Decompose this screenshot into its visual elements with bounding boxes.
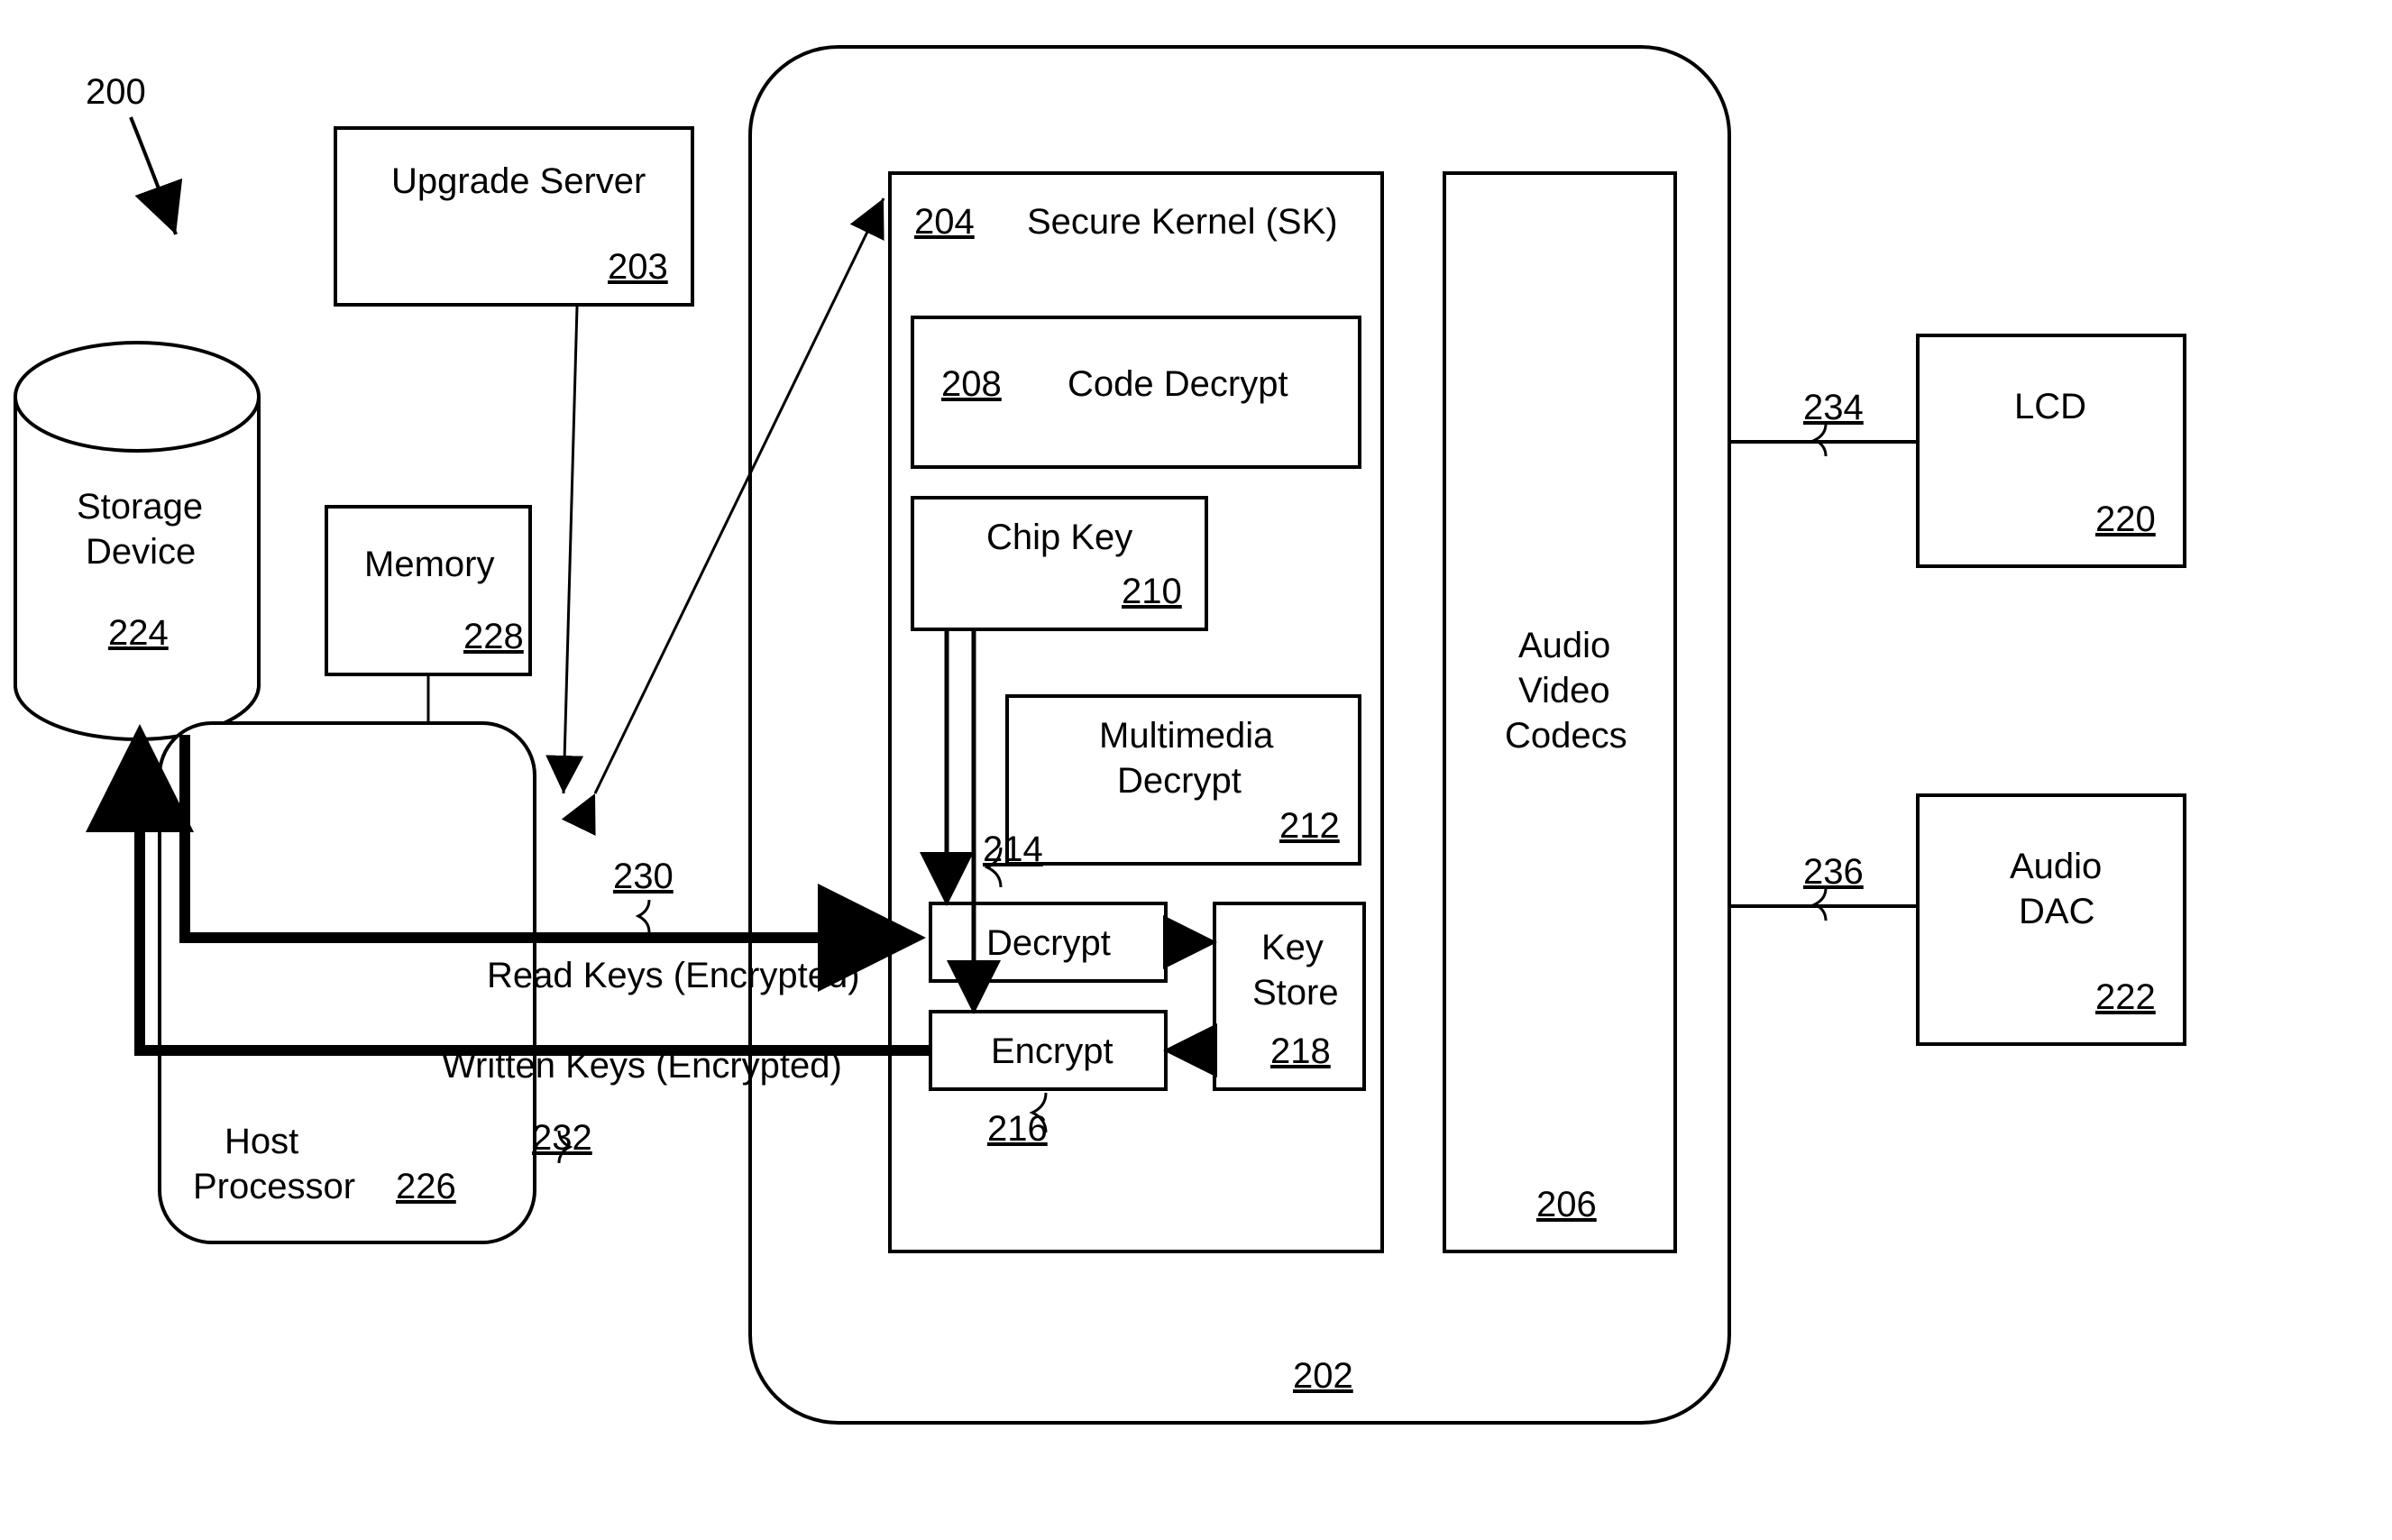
- av-codecs-ref: 206: [1536, 1185, 1597, 1225]
- storage-device-label-2: Device: [86, 532, 196, 573]
- audio-dac-label-1: Audio: [2010, 847, 2102, 887]
- multimedia-decrypt-label-2: Decrypt: [1117, 761, 1242, 802]
- upgrade-server-ref: 203: [608, 247, 668, 288]
- secure-kernel-label: Secure Kernel (SK): [1027, 202, 1338, 243]
- encrypt-box: Encrypt: [929, 1010, 1168, 1091]
- chip-key-label: Chip Key: [986, 518, 1132, 558]
- host-processor-box: Host Processor 226: [158, 721, 536, 1244]
- multimedia-decrypt-box: Multimedia Decrypt 212: [1005, 694, 1361, 866]
- host-processor-label-1: Host: [225, 1122, 298, 1162]
- av-codecs-label-1: Audio: [1518, 626, 1610, 666]
- av-codecs-label-3: Codecs: [1505, 716, 1627, 756]
- code-decrypt-label: Code Decrypt: [1068, 364, 1288, 405]
- key-store-label-1: Key: [1261, 928, 1324, 968]
- lcd-conn-ref: 234: [1803, 388, 1864, 428]
- secure-kernel-ref: 204: [914, 202, 975, 243]
- chip-key-ref: 210: [1122, 572, 1182, 612]
- lcd-label: LCD: [2014, 387, 2086, 427]
- upgrade-server-label: Upgrade Server: [391, 161, 646, 202]
- code-decrypt-ref: 208: [941, 364, 1002, 405]
- encrypt-label: Encrypt: [991, 1031, 1114, 1072]
- audio-dac-label-2: DAC: [2019, 892, 2094, 932]
- written-keys-ref: 232: [532, 1118, 592, 1159]
- decrypt-ref: 214: [983, 830, 1043, 870]
- host-processor-ref: 226: [396, 1167, 456, 1207]
- dac-conn-ref: 236: [1803, 852, 1864, 893]
- audio-dac-ref: 222: [2095, 977, 2156, 1018]
- lcd-box: LCD 220: [1916, 334, 2186, 568]
- soc-ref: 202: [1293, 1356, 1353, 1397]
- encrypt-ref: 216: [987, 1109, 1048, 1150]
- code-decrypt-box: 208 Code Decrypt: [911, 316, 1361, 469]
- storage-device-ref: 224: [108, 613, 169, 654]
- key-store-label-2: Store: [1252, 973, 1339, 1013]
- audio-dac-box: Audio DAC 222: [1916, 793, 2186, 1046]
- memory-box: Memory 228: [325, 505, 532, 676]
- key-store-box: Key Store 218: [1213, 902, 1366, 1091]
- av-codecs-label-2: Video: [1518, 671, 1610, 711]
- memory-ref: 228: [463, 617, 524, 657]
- lcd-ref: 220: [2095, 500, 2156, 540]
- figure-ref: 200: [86, 72, 146, 113]
- host-processor-label-2: Processor: [193, 1167, 355, 1207]
- decrypt-box: Decrypt: [929, 902, 1168, 983]
- memory-label: Memory: [364, 545, 494, 585]
- av-codecs-box: Audio Video Codecs 206: [1443, 171, 1677, 1253]
- upgrade-server-box: Upgrade Server 203: [334, 126, 694, 307]
- read-keys-label: Read Keys (Encrypted): [487, 956, 860, 996]
- multimedia-decrypt-label-1: Multimedia: [1099, 716, 1273, 756]
- multimedia-decrypt-ref: 212: [1279, 806, 1340, 847]
- written-keys-label: Written Keys (Encrypted): [442, 1046, 842, 1086]
- chip-key-box: Chip Key 210: [911, 496, 1208, 631]
- storage-device-label-1: Storage: [77, 487, 203, 527]
- read-keys-ref: 230: [613, 857, 674, 897]
- diagram-stage: 200 Storage Device 224 Upgrade Server 20…: [0, 0, 2392, 1540]
- key-store-ref: 218: [1270, 1031, 1331, 1072]
- decrypt-label: Decrypt: [986, 923, 1111, 964]
